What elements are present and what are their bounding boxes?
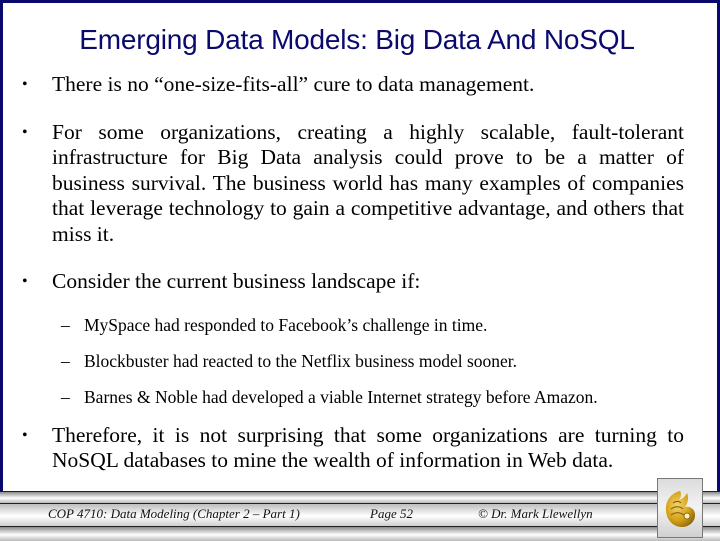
footer-course: COP 4710: Data Modeling (Chapter 2 – Par… <box>48 506 300 521</box>
bullet-icon: • <box>22 426 28 444</box>
bullet-text: Therefore, it is not surprising that som… <box>52 422 684 473</box>
sub-bullet-text: Blockbuster had reacted to the Netflix b… <box>84 350 518 371</box>
bullet-text: Consider the current business landscape … <box>52 269 421 293</box>
dash-icon: – <box>61 386 70 407</box>
bullet-text: For some organizations, creating a highl… <box>52 119 684 246</box>
bullet-item: • Consider the current business landscap… <box>22 269 684 295</box>
footer-copyright: © Dr. Mark Llewellyn <box>478 506 593 521</box>
bullet-icon: • <box>22 76 28 93</box>
bullet-icon: • <box>22 123 28 141</box>
dash-icon: – <box>61 314 70 335</box>
bullet-icon: • <box>22 273 28 290</box>
sub-bullet-item: – Barnes & Noble had developed a viable … <box>22 387 684 407</box>
sub-bullet-item: – MySpace had responded to Facebook’s ch… <box>22 315 684 335</box>
slide-content: • There is no “one-size-fits-all” cure t… <box>22 72 684 474</box>
pegasus-logo-icon <box>665 491 695 527</box>
sub-bullet-item: – Blockbuster had reacted to the Netflix… <box>22 351 684 371</box>
footer-page-number: Page 52 <box>370 506 413 521</box>
bullet-item: • Therefore, it is not surprising that s… <box>22 423 684 474</box>
logo-box <box>657 478 703 538</box>
slide-footer: COP 4710: Data Modeling (Chapter 2 – Par… <box>0 491 720 541</box>
footer-bar-top <box>0 491 720 503</box>
slide-title: Emerging Data Models: Big Data And NoSQL <box>79 24 635 55</box>
sub-bullet-text: Barnes & Noble had developed a viable In… <box>84 386 598 407</box>
bullet-item: • There is no “one-size-fits-all” cure t… <box>22 72 684 98</box>
bullet-item: • For some organizations, creating a hig… <box>22 120 684 248</box>
footer-bar-bottom <box>0 526 720 541</box>
sub-bullet-text: MySpace had responded to Facebook’s chal… <box>84 314 488 335</box>
bullet-text: There is no “one-size-fits-all” cure to … <box>52 72 535 96</box>
dash-icon: – <box>61 350 70 371</box>
